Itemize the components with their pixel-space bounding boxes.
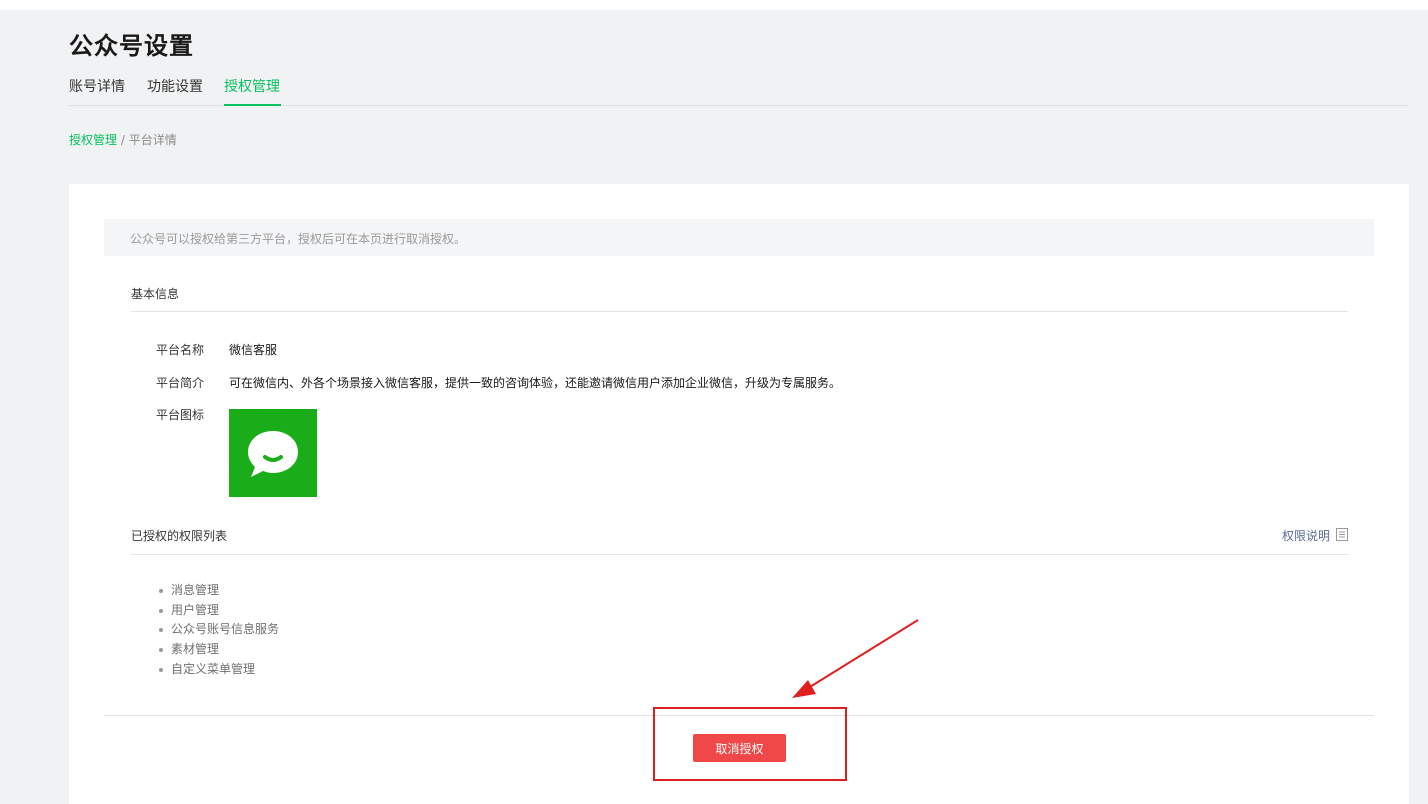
annotation-arrow-icon bbox=[792, 619, 919, 698]
